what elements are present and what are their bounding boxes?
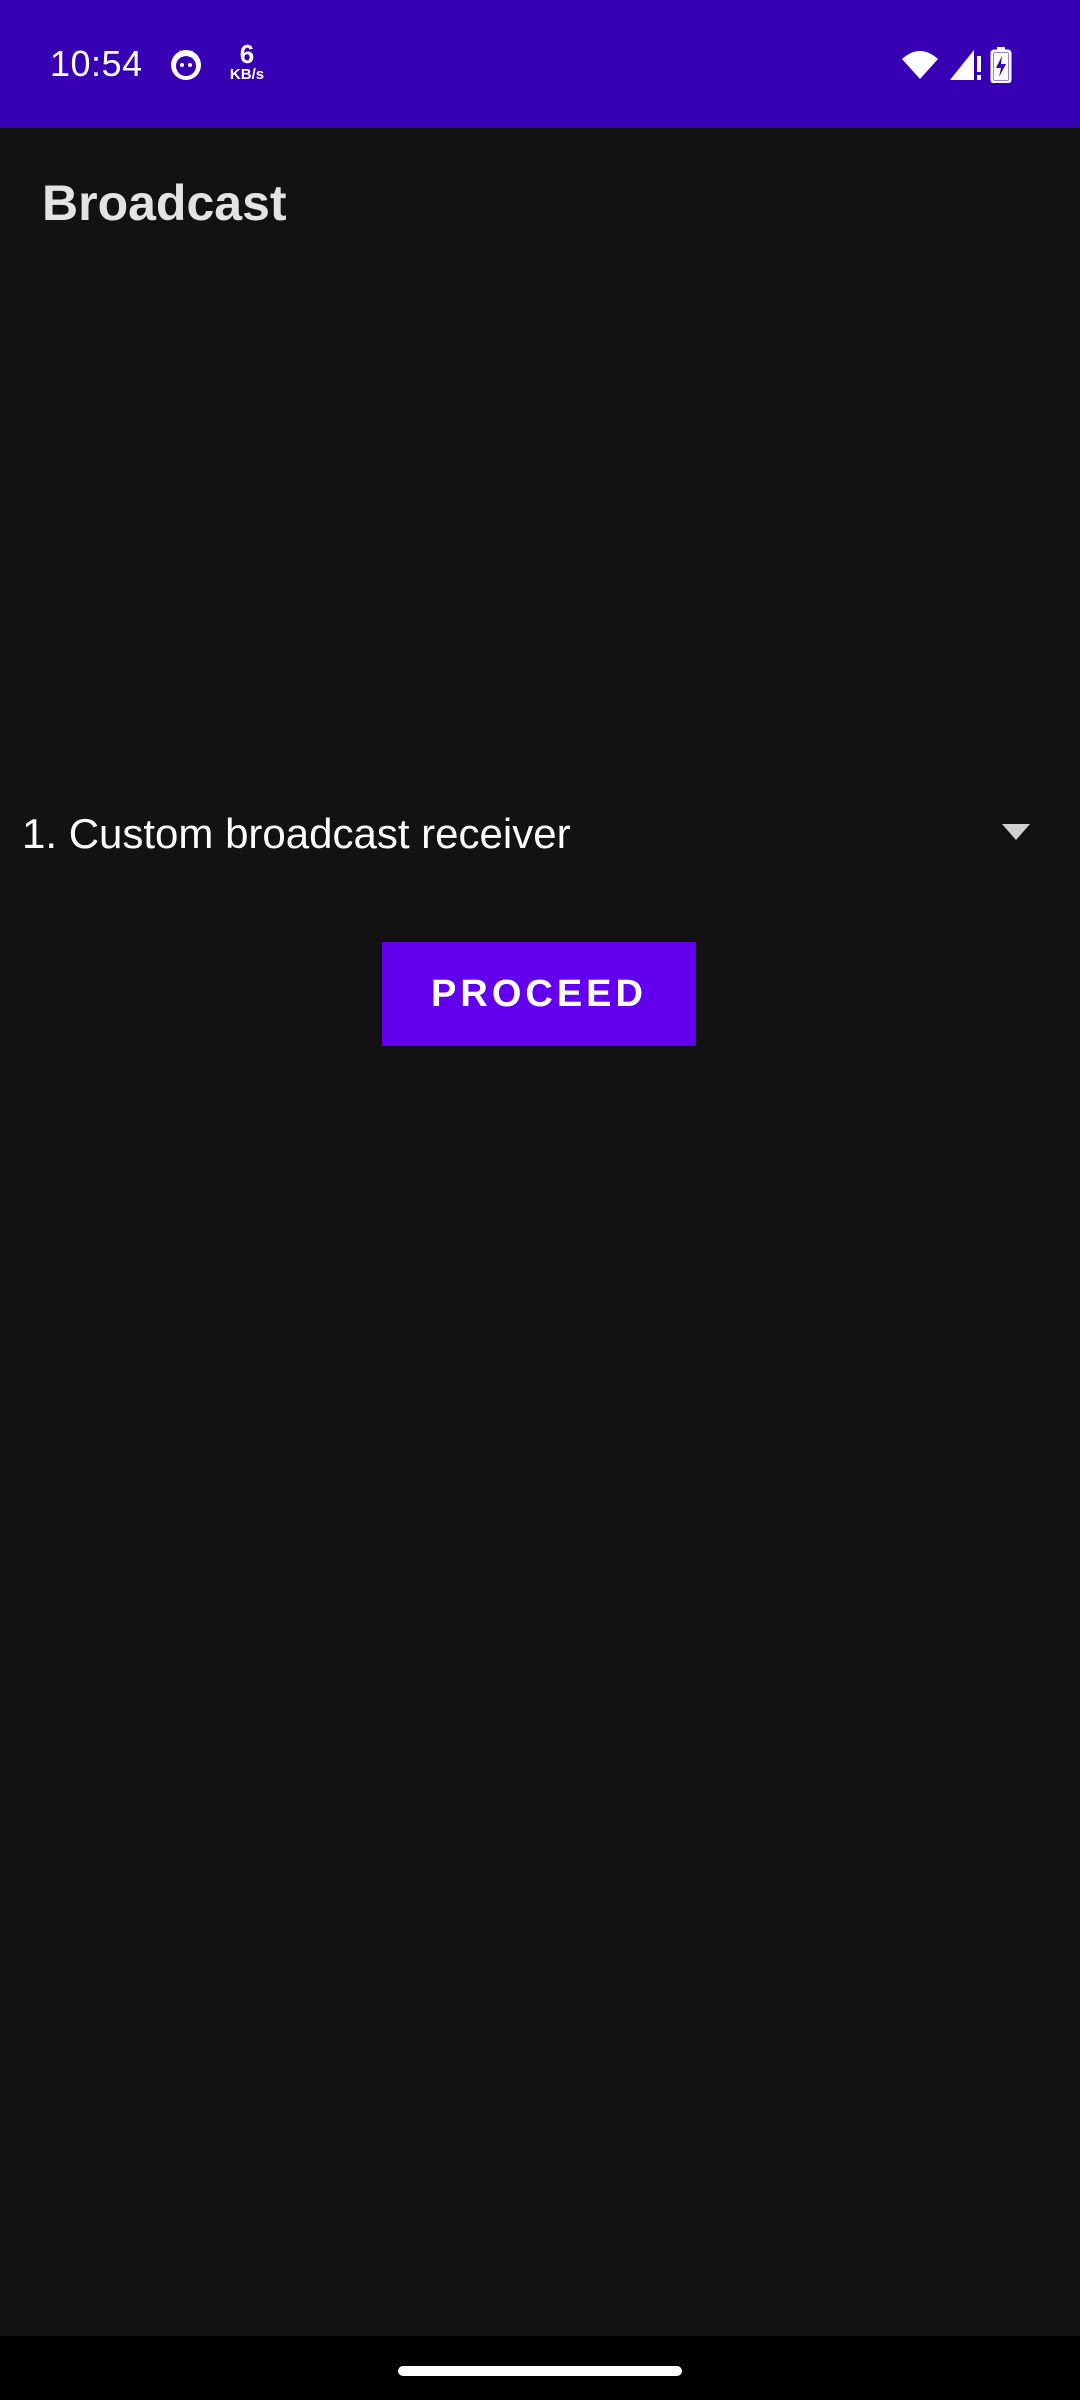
battery-charging-icon: [990, 47, 1012, 83]
navigation-bar: [0, 2336, 1080, 2400]
status-time: 10:54: [50, 43, 143, 84]
proceed-button[interactable]: PROCEED: [382, 942, 696, 1046]
dropdown-selected-value: 1. Custom broadcast receiver: [22, 810, 571, 857]
network-speed-value: 6: [239, 39, 255, 69]
network-speed-indicator: 6 KB/s: [222, 39, 272, 84]
receiver-type-dropdown[interactable]: 1. Custom broadcast receiver: [0, 790, 1080, 878]
network-speed-unit: KB/s: [229, 66, 265, 83]
gesture-handle[interactable]: [398, 2366, 682, 2376]
status-icons: [900, 46, 1012, 84]
cellular-signal-icon: [950, 50, 981, 80]
page-title: Broadcast: [42, 175, 287, 231]
status-bar: 10:54 6 KB/s: [0, 0, 1080, 128]
cat-face-icon: [171, 50, 201, 80]
wifi-icon: [902, 51, 938, 79]
dropdown-arrow-icon: [1002, 824, 1030, 840]
